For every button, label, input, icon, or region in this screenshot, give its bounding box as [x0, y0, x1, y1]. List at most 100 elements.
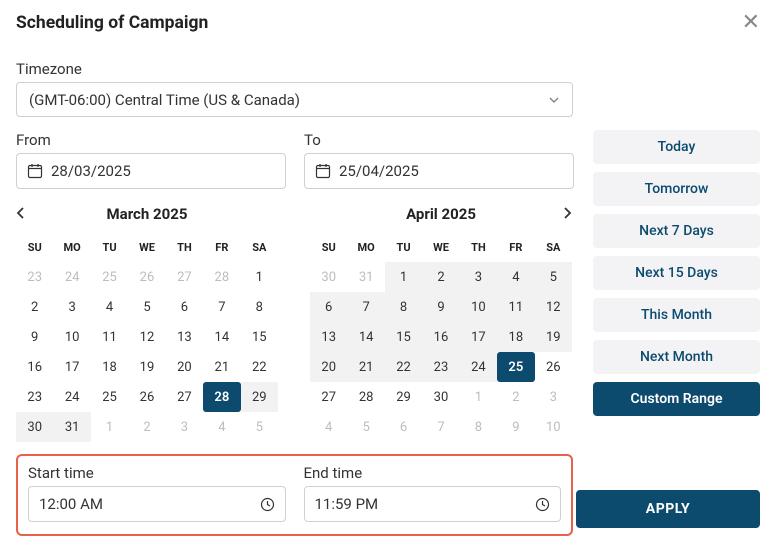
from-value: 28/03/2025 — [51, 162, 131, 180]
preset-next-7-days[interactable]: Next 7 Days — [593, 214, 760, 248]
calendar-day[interactable]: 27 — [310, 382, 347, 412]
calendar-icon — [315, 163, 331, 179]
calendar-day[interactable]: 2 — [16, 292, 53, 322]
calendar-right: April 2025 SUMOTUWETHFRSA 30311234567891… — [310, 199, 572, 442]
calendar-day[interactable]: 21 — [203, 352, 240, 382]
calendar-day[interactable]: 24 — [53, 382, 90, 412]
dow-header: TU — [91, 237, 128, 262]
calendar-day[interactable]: 14 — [203, 322, 240, 352]
calendar-day: 2 — [497, 382, 534, 412]
calendar-day[interactable]: 20 — [166, 352, 203, 382]
calendar-day[interactable]: 10 — [460, 292, 497, 322]
next-month-icon[interactable] — [560, 204, 574, 225]
calendar-day[interactable]: 1 — [385, 262, 422, 292]
calendar-day[interactable]: 30 — [422, 382, 459, 412]
calendar-day[interactable]: 25 — [497, 352, 534, 382]
calendar-day[interactable]: 24 — [460, 352, 497, 382]
dow-header: FR — [203, 237, 240, 262]
calendar-day[interactable]: 10 — [53, 322, 90, 352]
calendar-day[interactable]: 7 — [203, 292, 240, 322]
calendar-day: 31 — [347, 262, 384, 292]
calendar-day[interactable]: 17 — [53, 352, 90, 382]
calendar-day[interactable]: 19 — [535, 322, 572, 352]
calendar-day[interactable]: 29 — [241, 382, 278, 412]
end-time-label: End time — [304, 464, 562, 482]
preset-this-month[interactable]: This Month — [593, 298, 760, 332]
end-time-input[interactable]: 11:59 PM — [304, 486, 562, 522]
calendar-day[interactable]: 13 — [166, 322, 203, 352]
preset-next-15-days[interactable]: Next 15 Days — [593, 256, 760, 290]
end-time-value: 11:59 PM — [315, 495, 379, 513]
calendar-day[interactable]: 5 — [535, 262, 572, 292]
calendar-day[interactable]: 30 — [16, 412, 53, 442]
calendar-day[interactable]: 11 — [497, 292, 534, 322]
preset-next-month[interactable]: Next Month — [593, 340, 760, 374]
calendar-day[interactable]: 11 — [91, 322, 128, 352]
calendar-day[interactable]: 23 — [422, 352, 459, 382]
calendar-day[interactable]: 6 — [166, 292, 203, 322]
calendar-day: 24 — [53, 262, 90, 292]
calendar-day: 7 — [422, 412, 459, 442]
calendar-day: 28 — [203, 262, 240, 292]
calendar-day[interactable]: 8 — [241, 292, 278, 322]
calendar-day[interactable]: 9 — [422, 292, 459, 322]
calendar-day[interactable]: 2 — [422, 262, 459, 292]
calendar-day[interactable]: 3 — [460, 262, 497, 292]
calendar-day[interactable]: 23 — [16, 382, 53, 412]
prev-month-icon[interactable] — [14, 204, 28, 225]
timezone-value: (GMT-06:00) Central Time (US & Canada) — [29, 91, 300, 109]
calendar-day[interactable]: 29 — [385, 382, 422, 412]
time-range-block: Start time 12:00 AM End time 11:59 PM — [16, 454, 573, 536]
calendar-day[interactable]: 13 — [310, 322, 347, 352]
calendar-day[interactable]: 14 — [347, 322, 384, 352]
calendar-day: 3 — [535, 382, 572, 412]
calendar-day[interactable]: 25 — [91, 382, 128, 412]
calendar-day: 5 — [241, 412, 278, 442]
calendar-day[interactable]: 20 — [310, 352, 347, 382]
calendar-day[interactable]: 26 — [128, 382, 165, 412]
calendar-day: 30 — [310, 262, 347, 292]
calendar-day: 1 — [91, 412, 128, 442]
preset-today[interactable]: Today — [593, 130, 760, 164]
calendar-day[interactable]: 6 — [310, 292, 347, 322]
calendar-day[interactable]: 18 — [91, 352, 128, 382]
calendar-day[interactable]: 31 — [53, 412, 90, 442]
calendar-day[interactable]: 4 — [91, 292, 128, 322]
from-input[interactable]: 28/03/2025 — [16, 153, 286, 189]
calendar-day: 10 — [535, 412, 572, 442]
calendar-day[interactable]: 17 — [460, 322, 497, 352]
start-time-input[interactable]: 12:00 AM — [28, 486, 286, 522]
calendar-day[interactable]: 22 — [385, 352, 422, 382]
calendar-day[interactable]: 21 — [347, 352, 384, 382]
calendar-day: 25 — [91, 262, 128, 292]
calendar-day[interactable]: 28 — [203, 382, 240, 412]
calendar-day[interactable]: 15 — [385, 322, 422, 352]
calendar-day[interactable]: 9 — [16, 322, 53, 352]
to-input[interactable]: 25/04/2025 — [304, 153, 574, 189]
calendar-day[interactable]: 18 — [497, 322, 534, 352]
close-icon[interactable]: ✕ — [742, 12, 760, 34]
calendar-day[interactable]: 7 — [347, 292, 384, 322]
calendar-day[interactable]: 5 — [128, 292, 165, 322]
calendar-day[interactable]: 28 — [347, 382, 384, 412]
calendar-day[interactable]: 16 — [16, 352, 53, 382]
timezone-select[interactable]: (GMT-06:00) Central Time (US & Canada) — [16, 82, 573, 117]
calendar-day: 4 — [203, 412, 240, 442]
apply-button[interactable]: APPLY — [576, 490, 760, 528]
calendar-day[interactable]: 1 — [241, 262, 278, 292]
dow-header: SA — [241, 237, 278, 262]
calendar-day[interactable]: 16 — [422, 322, 459, 352]
preset-tomorrow[interactable]: Tomorrow — [593, 172, 760, 206]
calendar-day[interactable]: 3 — [53, 292, 90, 322]
calendar-day[interactable]: 15 — [241, 322, 278, 352]
calendar-day[interactable]: 22 — [241, 352, 278, 382]
calendar-day[interactable]: 27 — [166, 382, 203, 412]
preset-custom-range[interactable]: Custom Range — [593, 382, 760, 416]
calendar-day[interactable]: 4 — [497, 262, 534, 292]
calendar-day[interactable]: 26 — [535, 352, 572, 382]
calendar-day[interactable]: 8 — [385, 292, 422, 322]
calendar-day[interactable]: 12 — [128, 322, 165, 352]
calendar-day: 23 — [16, 262, 53, 292]
calendar-day[interactable]: 19 — [128, 352, 165, 382]
calendar-day[interactable]: 12 — [535, 292, 572, 322]
